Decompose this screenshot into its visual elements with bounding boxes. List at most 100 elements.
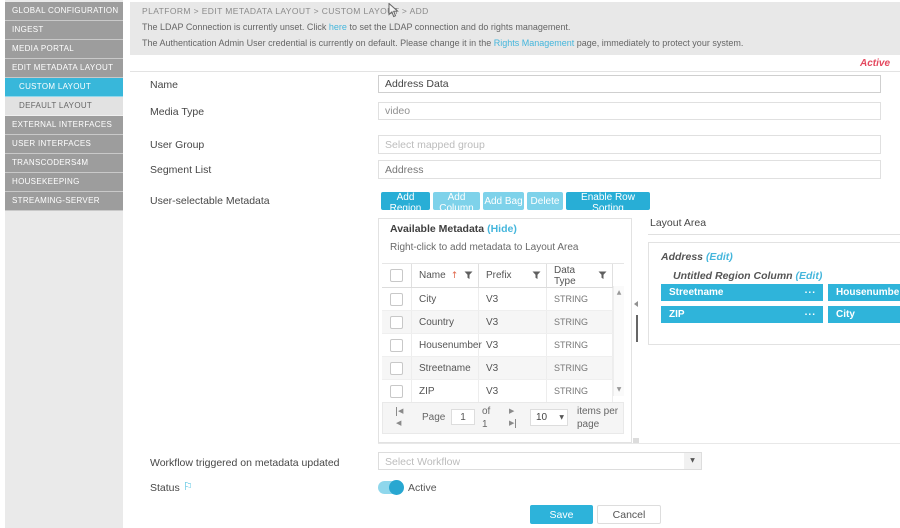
sidebar-item-transcoders4m[interactable]: TRANSCODERS4M (5, 154, 123, 173)
cell-data-type: STRING (547, 357, 613, 379)
workflow-label: Workflow triggered on metadata updated (150, 457, 340, 469)
cell-name: City (412, 288, 479, 310)
name-column-header[interactable]: Name ↑ (412, 264, 479, 287)
table-scrollbar[interactable]: ▲ ▼ (613, 286, 624, 396)
section-divider (378, 443, 900, 444)
ldap-notice: The LDAP Connection is currently unset. … (142, 22, 570, 32)
collapse-arrow-icon[interactable] (634, 301, 638, 307)
add-bag-button[interactable]: Add Bag (483, 192, 524, 210)
row-checkbox-cell (382, 288, 412, 310)
sidebar-item-ingest[interactable]: INGEST (5, 21, 123, 40)
row-checkbox-cell (382, 334, 412, 356)
sidebar-item-external-interfaces[interactable]: EXTERNAL INTERFACES (5, 116, 123, 135)
save-button[interactable]: Save (530, 505, 593, 524)
page-number-input[interactable] (451, 409, 475, 425)
user-group-label: User Group (150, 139, 204, 151)
available-metadata-panel: Available Metadata (Hide) Right-click to… (378, 218, 632, 443)
select-all-checkbox[interactable] (390, 269, 403, 282)
row-checkbox[interactable] (390, 316, 403, 329)
data-type-header-label: Data Type (554, 265, 598, 287)
cell-prefix: V3 (479, 311, 547, 333)
row-checkbox[interactable] (390, 339, 403, 352)
edit-region-link[interactable]: (Edit) (796, 270, 823, 282)
sidebar-item-user-interfaces[interactable]: USER INTERFACES (5, 135, 123, 154)
top-divider (130, 71, 900, 72)
sidebar-item-edit-metadata-layout[interactable]: EDIT METADATA LAYOUT (5, 59, 123, 78)
enable-row-sorting-button[interactable]: Enable Row Sorting (566, 192, 650, 210)
page-size-select[interactable]: 10 ▼ (530, 409, 568, 426)
name-label: Name (150, 79, 178, 91)
table-row[interactable]: Country V3 STRING (382, 311, 624, 334)
edit-group-link[interactable]: (Edit) (706, 251, 733, 263)
filter-icon[interactable] (598, 271, 607, 280)
sidebar-item-media-portal[interactable]: MEDIA PORTAL (5, 40, 123, 59)
user-group-input[interactable] (378, 135, 881, 154)
chip-menu-icon[interactable]: ... (805, 282, 816, 299)
notice-band: PLATFORM > EDIT METADATA LAYOUT > CUSTOM… (130, 2, 900, 55)
ldap-here-link[interactable]: here (329, 22, 347, 32)
auth-notice-text-2: page, immediately to protect your system… (574, 38, 743, 48)
chip-label: ZIP (669, 309, 685, 320)
add-region-button[interactable]: Add Region (381, 192, 430, 210)
chip-menu-icon[interactable]: ... (805, 304, 816, 321)
prefix-column-header[interactable]: Prefix (479, 264, 547, 287)
metadata-table: Name ↑ Prefix Data Type City V3 STRING (382, 263, 624, 396)
workflow-placeholder: Select Workflow (385, 456, 460, 468)
auth-notice-text: The Authentication Admin User credential… (142, 38, 494, 48)
delete-button[interactable]: Delete (527, 192, 563, 210)
total-pages: 1 (482, 419, 488, 430)
layout-region: Untitled Region Column (Edit) (673, 270, 822, 282)
row-checkbox[interactable] (390, 362, 403, 375)
items-per-page-label: items per page (577, 405, 627, 431)
sidebar: GLOBAL CONFIGURATION INGEST MEDIA PORTAL… (5, 0, 123, 528)
table-row[interactable]: Streetname V3 STRING (382, 357, 624, 380)
row-checkbox[interactable] (390, 385, 403, 398)
table-row[interactable]: Housenumber V3 STRING (382, 334, 624, 357)
metadata-chip-streetname[interactable]: Streetname... (661, 284, 823, 301)
rights-management-link[interactable]: Rights Management (494, 38, 575, 48)
cancel-button[interactable]: Cancel (597, 505, 661, 524)
metadata-chip-housenumber[interactable]: Housenumber (828, 284, 900, 301)
table-row[interactable]: ZIP V3 STRING (382, 380, 624, 403)
cell-name: ZIP (412, 380, 479, 402)
first-page-icon[interactable]: ◀ (396, 407, 403, 416)
last-page-icon[interactable]: ▶ (509, 419, 516, 428)
sidebar-item-streaming-server[interactable]: STREAMING-SERVER (5, 192, 123, 211)
hide-link[interactable]: (Hide) (487, 223, 517, 235)
breadcrumb: PLATFORM > EDIT METADATA LAYOUT > CUSTOM… (142, 6, 429, 16)
splitter-handle[interactable] (636, 315, 638, 342)
ldap-notice-text-2: to set the LDAP connection and do rights… (347, 22, 570, 32)
filter-icon[interactable] (464, 271, 473, 280)
media-type-input[interactable] (378, 102, 881, 120)
data-type-column-header[interactable]: Data Type (547, 264, 613, 287)
metadata-chip-zip[interactable]: ZIP... (661, 306, 823, 323)
name-input[interactable] (378, 75, 881, 93)
cell-data-type: STRING (547, 288, 613, 310)
scroll-down-icon[interactable]: ▼ (614, 386, 624, 393)
row-checkbox[interactable] (390, 293, 403, 306)
layout-area-panel: Address (Edit) Untitled Region Column (E… (648, 242, 900, 345)
next-page-icon[interactable]: ▶ (509, 407, 514, 416)
table-row[interactable]: City V3 STRING (382, 288, 624, 311)
chip-label: Housenumber (836, 287, 900, 298)
metadata-chip-city[interactable]: City (828, 306, 900, 323)
panel-splitter[interactable] (635, 218, 639, 440)
cell-prefix: V3 (479, 380, 547, 402)
status-toggle[interactable] (378, 481, 402, 494)
workflow-select[interactable]: Select Workflow ▼ (378, 452, 702, 470)
previous-page-icon[interactable]: ◀ (396, 419, 401, 428)
layout-group: Address (Edit) (661, 251, 733, 263)
filter-icon[interactable] (532, 271, 541, 280)
layout-group-name: Address (661, 251, 703, 263)
chevron-down-icon: ▼ (684, 453, 701, 469)
layout-area-divider (648, 234, 900, 235)
sidebar-item-housekeeping[interactable]: HOUSEKEEPING (5, 173, 123, 192)
add-column-button[interactable]: Add Column (433, 192, 480, 210)
sidebar-item-custom-layout[interactable]: CUSTOM LAYOUT (5, 78, 123, 97)
segment-list-input[interactable] (378, 160, 881, 179)
status-banner: Active (860, 58, 890, 69)
sidebar-item-global-configuration[interactable]: GLOBAL CONFIGURATION (5, 2, 123, 21)
cell-prefix: V3 (479, 357, 547, 379)
scroll-up-icon[interactable]: ▲ (614, 289, 624, 296)
sidebar-item-default-layout[interactable]: DEFAULT LAYOUT (5, 97, 123, 116)
